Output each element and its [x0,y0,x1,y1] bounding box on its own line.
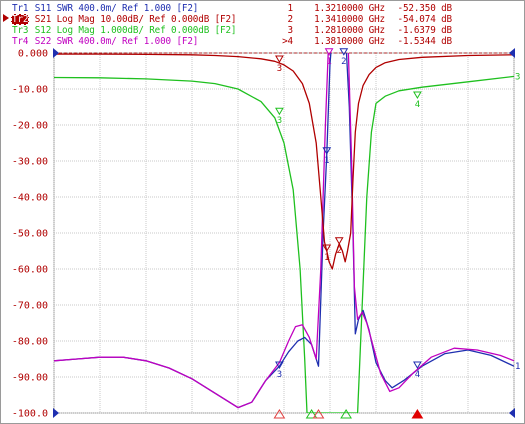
analyzer-screen: 0.000 -10.00 -20.00 -30.00 -40.00 -50.00 -60.0… [0,0,525,424]
trace-format: SWR [56,36,73,47]
trace-ref: Ref 0.000dB [149,25,210,36]
trace-marker-label: 4 [415,100,420,110]
trace-setting-tr1[interactable]: Tr1 S11 SWR 400.0m/ Ref 1.000 [F2] [11,3,198,14]
trace-marker-label: 1 [324,156,329,166]
y-tick-label: -60.00 [12,265,48,276]
y-tick-label: -20.00 [12,121,48,132]
active-trace-arrow-icon [3,14,9,22]
trace-format: Log Mag [56,14,95,25]
trace-ref: Ref 1.000 [121,36,172,47]
trace-id[interactable]: Tr4 [11,36,29,47]
trace-end-label: 3 [515,72,520,82]
y-tick-label: -40.00 [12,193,48,204]
y-tick-label: -30.00 [12,157,48,168]
trace-format: Log Mag [56,25,95,36]
trace-param: S12 [34,25,52,36]
trace-channel: [F2] [176,3,199,14]
trace-setting-tr3[interactable]: Tr3 S12 Log Mag 1.000dB/ Ref 0.000dB [F2… [11,25,237,36]
y-tick-label: -80.00 [12,337,48,348]
marker-freq: 1.3810000 GHz [314,36,385,47]
y-tick-label: -90.00 [12,373,48,384]
trace-marker-label: 1 [324,253,329,263]
y-tick-label: 0.000 [18,49,48,60]
trace-channel: [F2] [176,36,199,47]
trace-end-label: 1 [515,362,520,372]
y-tick-label: -100.0 [12,409,48,420]
marker-value: -54.074 dB [397,14,453,25]
trace-id[interactable]: Tr1 [11,3,29,14]
marker-value: -52.350 dB [397,3,453,14]
trace-channel: [F2] [214,14,237,25]
trace-id[interactable]: Tr2 [11,14,30,25]
marker-value: -1.6379 dB [397,25,453,36]
marker-freq: 1.2810000 GHz [314,25,385,36]
trace-scale: 400.0m/ [78,36,117,47]
trace-ref: Ref 0.000dB [149,14,210,25]
y-tick-label: -70.00 [12,301,48,312]
trace-format: SWR [56,3,73,14]
marker-num: 1 [287,3,294,14]
trace-marker-label: 4 [415,370,420,380]
trace-setting-tr2[interactable]: Tr2 S21 Log Mag 10.00dB/ Ref 0.000dB [F2… [11,14,237,25]
trace-marker-label: 1 [326,57,331,67]
marker-num: 2 [287,14,294,25]
trace-header: Tr1 S11 SWR 400.0m/ Ref 1.000 [F2] Tr2 S2… [1,1,524,47]
trace-ref: Ref 1.000 [121,3,172,14]
y-tick-label: -50.00 [12,229,48,240]
y-tick-label: -10.00 [12,85,48,96]
trace-marker-label: 2 [336,246,341,256]
trace-scale: 1.000dB/ [100,25,144,36]
trace-plot: 0.000 -10.00 -20.00 -30.00 -40.00 -50.00 -60.0… [12,48,520,420]
trace-marker-label: 3 [277,116,282,126]
marker-num: >4 [282,36,293,47]
trace-id[interactable]: Tr3 [11,25,29,36]
trace-channel: [F2] [214,25,237,36]
marker-freq: 1.3410000 GHz [314,14,385,25]
trace-scale: 10.00dB/ [100,14,144,25]
marker-freq: 1.3210000 GHz [314,3,385,14]
trace-param: S21 [34,14,52,25]
marker-value: -1.5344 dB [397,36,453,47]
trace-param: S11 [34,3,52,14]
trace-marker-label: 3 [277,370,282,380]
trace-param: S22 [34,36,52,47]
marker-num: 3 [287,25,294,36]
trace-marker-label: 3 [277,64,282,74]
trace-scale: 400.0m/ [78,3,117,14]
trace-marker-label: 2 [341,57,346,67]
trace-setting-tr4[interactable]: Tr4 S22 SWR 400.0m/ Ref 1.000 [F2] [11,36,198,47]
